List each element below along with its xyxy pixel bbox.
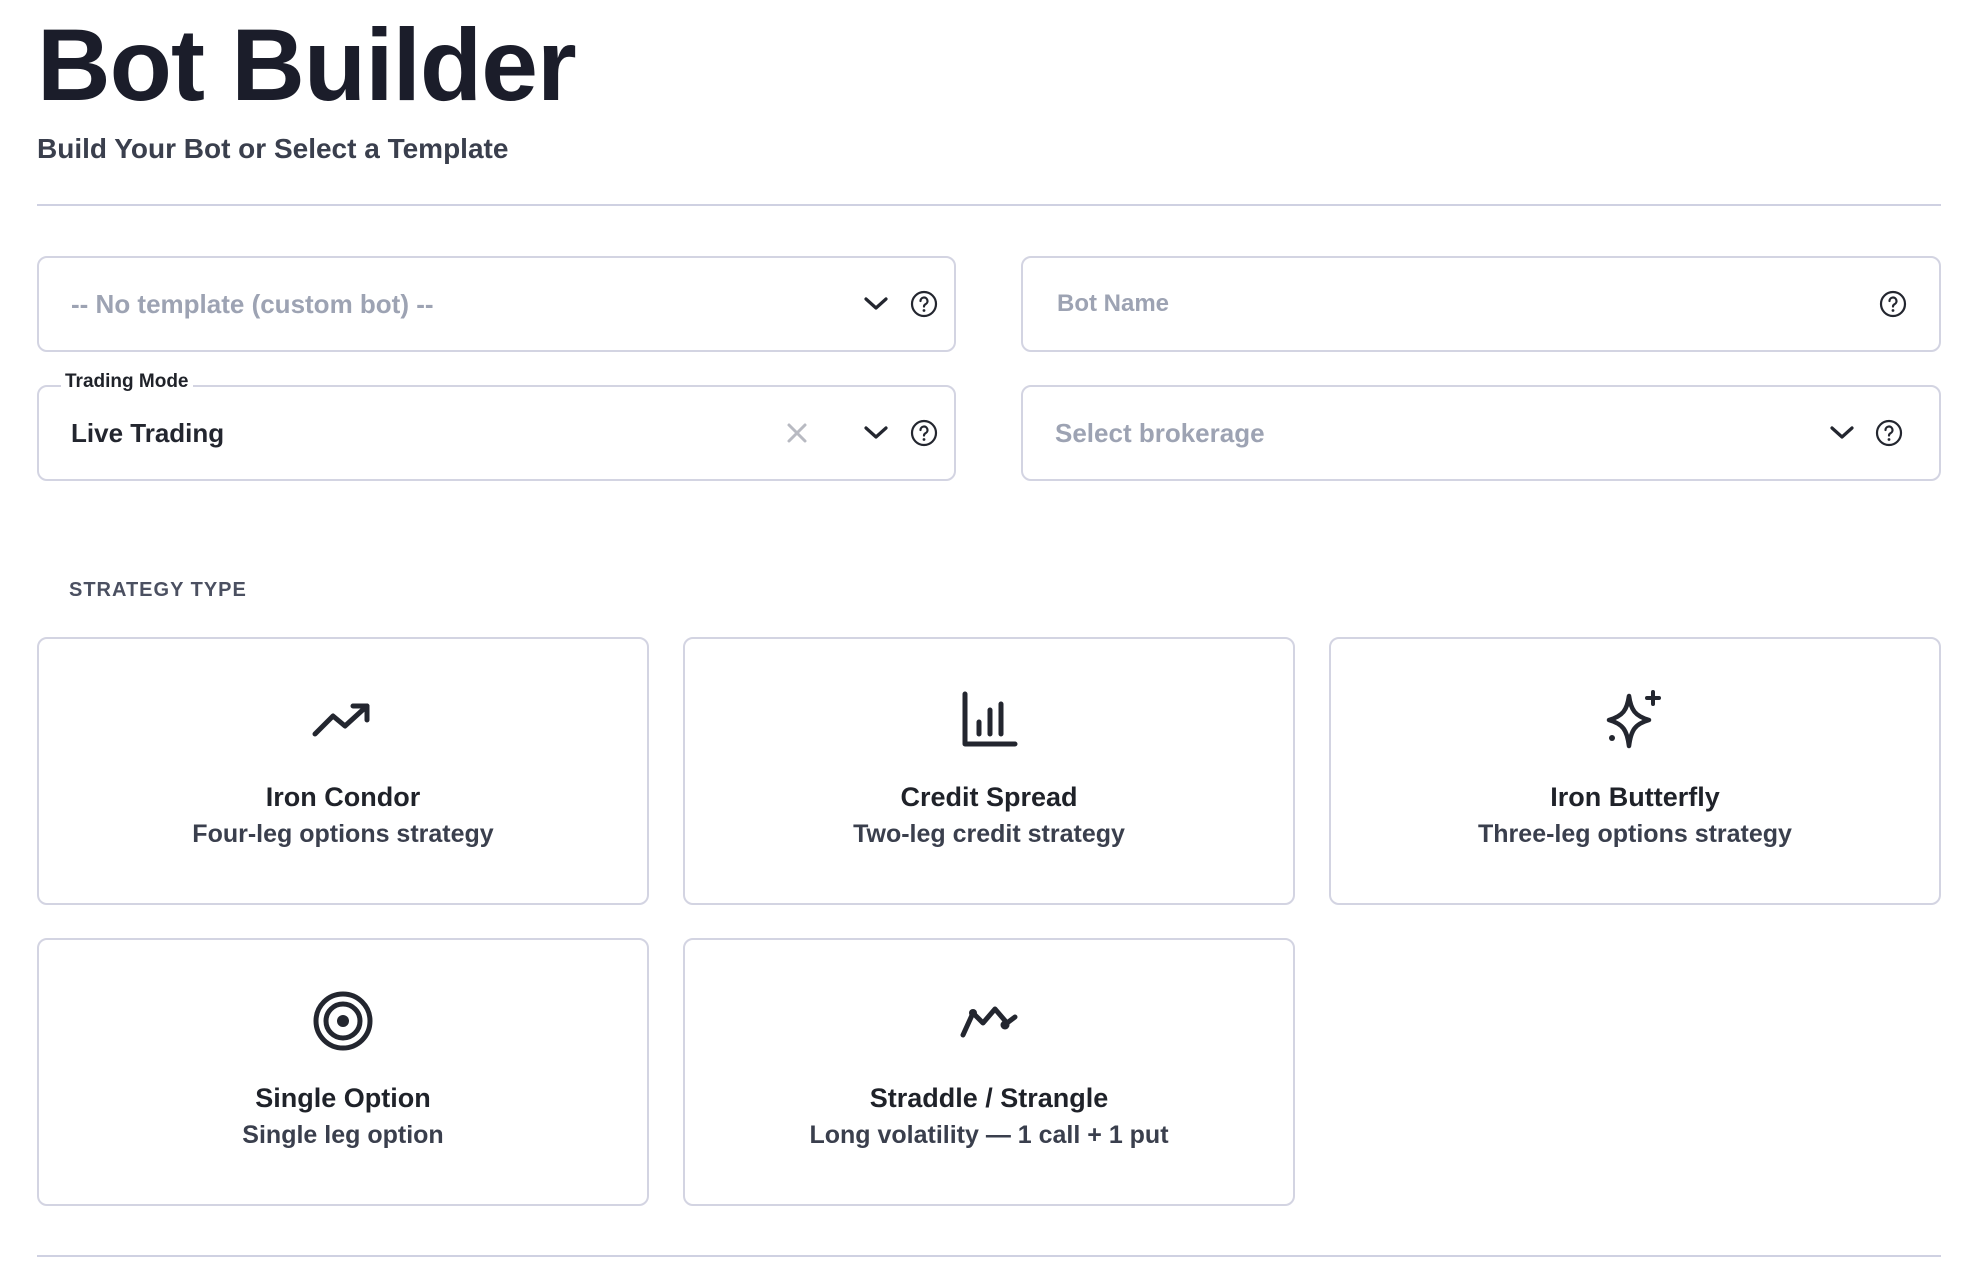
strategy-card-title: Single Option <box>255 1083 431 1113</box>
strategy-card-title: Iron Condor <box>265 782 421 812</box>
brokerage-select[interactable]: Select brokerage <box>1021 385 1941 481</box>
strategy-card-description: Three-leg options strategy <box>1478 820 1792 848</box>
strategy-card-single-option[interactable]: Single Option Single leg option <box>37 938 649 1206</box>
chevron-down-icon[interactable] <box>863 296 889 312</box>
bot-name-input[interactable] <box>1055 289 1678 319</box>
header-divider <box>37 204 1941 206</box>
trading-mode-select[interactable]: Trading Mode Live Trading <box>37 371 956 481</box>
bot-name-field[interactable] <box>1021 256 1941 352</box>
page-subtitle: Build Your Bot or Select a Template <box>37 133 509 164</box>
strategy-type-label: STRATEGY TYPE <box>69 579 247 601</box>
strategy-card-title: Straddle / Strangle <box>869 1083 1109 1113</box>
help-circle-icon[interactable] <box>1879 290 1907 318</box>
sparkles-icon <box>1331 689 1939 751</box>
trading-mode-label: Trading Mode <box>61 371 193 393</box>
target-icon <box>39 990 647 1052</box>
footer-divider <box>37 1255 1941 1257</box>
strategy-card-description: Single leg option <box>242 1121 444 1149</box>
help-circle-icon[interactable] <box>910 290 938 318</box>
chevron-down-icon[interactable] <box>863 425 889 441</box>
strategy-card-title: Credit Spread <box>900 782 1078 812</box>
trending-up-icon <box>39 689 647 751</box>
strategy-card-description: Four-leg options strategy <box>192 820 494 848</box>
strategy-card-iron-butterfly[interactable]: Iron Butterfly Three-leg options strateg… <box>1329 637 1941 905</box>
chart-line-icon <box>685 990 1293 1052</box>
strategy-card-iron-condor[interactable]: Iron Condor Four-leg options strategy <box>37 637 649 905</box>
page-title: Bot Builder <box>37 8 577 122</box>
trading-mode-value: Live Trading <box>71 417 225 448</box>
bar-chart-icon <box>685 689 1293 751</box>
help-circle-icon[interactable] <box>1875 419 1903 447</box>
brokerage-select-placeholder: Select brokerage <box>1055 417 1265 448</box>
chevron-down-icon[interactable] <box>1829 425 1855 441</box>
template-select-value: -- No template (custom bot) -- <box>71 288 434 319</box>
clear-x-icon[interactable] <box>785 421 809 445</box>
strategy-card-description: Long volatility — 1 call + 1 put <box>809 1121 1169 1149</box>
strategy-card-credit-spread[interactable]: Credit Spread Two-leg credit strategy <box>683 637 1295 905</box>
strategy-card-description: Two-leg credit strategy <box>853 820 1125 848</box>
strategy-card-title: Iron Butterfly <box>1550 782 1720 812</box>
help-circle-icon[interactable] <box>910 419 938 447</box>
strategy-card-straddle-strangle[interactable]: Straddle / Strangle Long volatility — 1 … <box>683 938 1295 1206</box>
template-select[interactable]: -- No template (custom bot) -- <box>37 256 956 352</box>
